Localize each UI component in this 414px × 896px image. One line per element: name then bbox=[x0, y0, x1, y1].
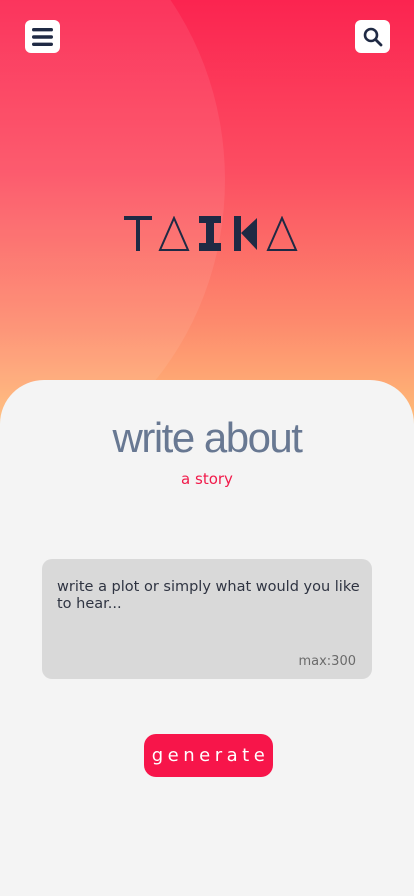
plot-input-box: max:300 bbox=[42, 559, 372, 679]
max-length-label: max:300 bbox=[298, 654, 356, 669]
menu-button[interactable] bbox=[25, 20, 60, 53]
hamburger-menu-icon bbox=[32, 27, 53, 46]
taika-logo bbox=[124, 216, 298, 251]
page-title: write about bbox=[112, 414, 303, 461]
generate-button[interactable]: generate bbox=[144, 734, 273, 777]
page-subtitle: a story bbox=[181, 470, 233, 488]
hero-background bbox=[0, 0, 414, 430]
search-button[interactable] bbox=[355, 20, 390, 53]
hero-curve bbox=[0, 0, 225, 430]
search-icon bbox=[363, 27, 382, 46]
